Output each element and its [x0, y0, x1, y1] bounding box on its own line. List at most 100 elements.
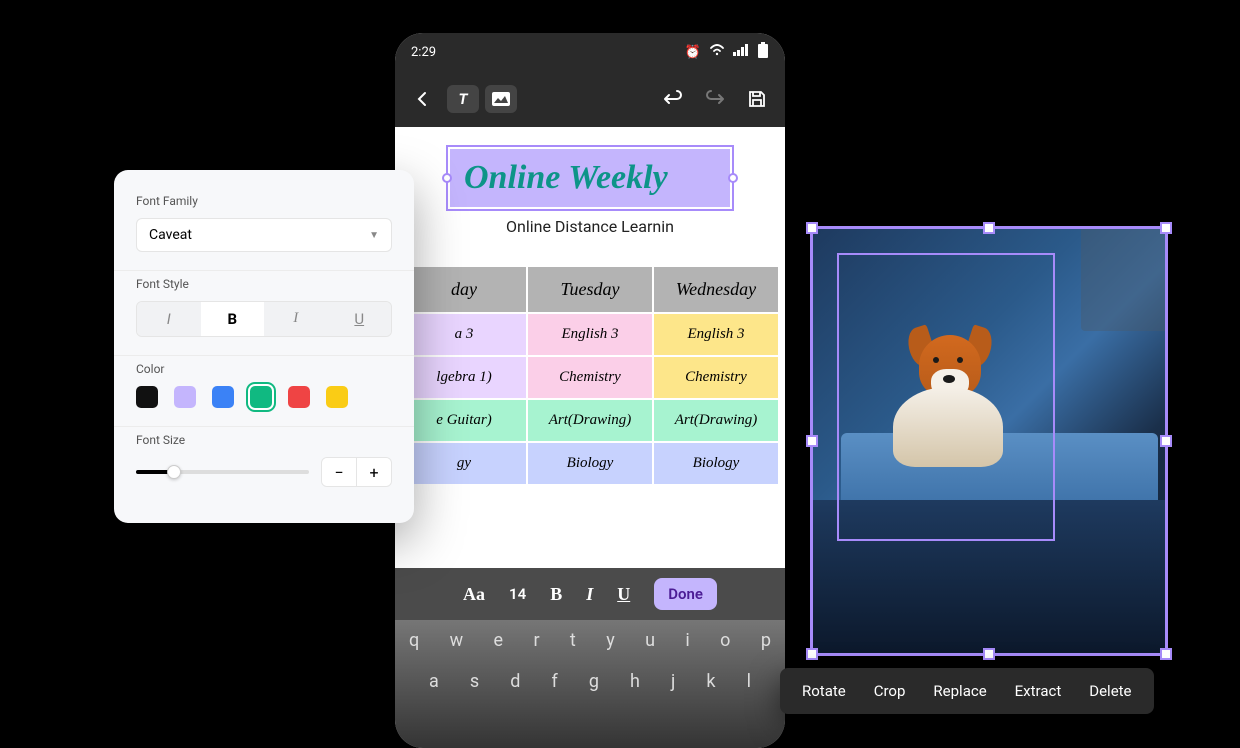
key[interactable]: h [630, 671, 640, 692]
redo-button[interactable] [697, 81, 733, 117]
color-swatch-blue[interactable] [212, 386, 234, 408]
key[interactable]: j [671, 671, 675, 692]
color-swatches [136, 386, 392, 408]
color-swatch-teal[interactable] [250, 386, 272, 408]
wifi-icon [709, 44, 725, 60]
font-family-label: Font Family [136, 194, 392, 208]
document-canvas[interactable]: Online Weekly Online Distance Learnin da… [395, 127, 785, 485]
col-header: Wednesday [653, 266, 779, 313]
key[interactable]: d [510, 671, 520, 692]
status-bar: 2:29 ⏰ [395, 33, 785, 71]
underline-toggle[interactable]: U [328, 302, 392, 336]
selection-handle-left[interactable] [442, 173, 452, 183]
table-cell[interactable]: Art(Drawing) [527, 399, 653, 442]
alarm-icon: ⏰ [685, 45, 701, 60]
key[interactable]: w [450, 630, 464, 651]
table-cell[interactable]: a 3 [401, 313, 527, 356]
key[interactable]: o [720, 630, 730, 651]
table-cell[interactable]: Biology [527, 442, 653, 485]
key[interactable]: t [570, 630, 576, 651]
crop-handle[interactable] [806, 648, 818, 660]
font-picker-button[interactable]: Aa [463, 584, 485, 605]
table-cell[interactable]: lgebra 1) [401, 356, 527, 399]
table-cell[interactable]: Art(Drawing) [653, 399, 779, 442]
status-icons: ⏰ [685, 42, 769, 62]
software-keyboard[interactable]: q w e r t y u i o p a s d f g h j k l [395, 620, 785, 748]
crop-handle[interactable] [1160, 648, 1172, 660]
text-tool-button[interactable]: T [447, 85, 479, 113]
table-cell[interactable]: English 3 [527, 313, 653, 356]
table-cell[interactable]: Chemistry [527, 356, 653, 399]
slider-thumb[interactable] [167, 465, 181, 479]
color-swatch-yellow[interactable] [326, 386, 348, 408]
image-context-menu: Rotate Crop Replace Extract Delete [780, 668, 1154, 714]
font-style-label: Font Style [136, 277, 392, 291]
save-button[interactable] [739, 81, 775, 117]
table-cell[interactable]: Biology [653, 442, 779, 485]
italic-toggle-2[interactable]: I [264, 302, 328, 336]
key[interactable]: e [494, 630, 504, 651]
document-title[interactable]: Online Weekly [450, 149, 730, 207]
crop-handle[interactable] [983, 222, 995, 234]
crop-handle[interactable] [806, 435, 818, 447]
font-size-value[interactable]: 14 [509, 585, 526, 603]
font-family-value: Caveat [149, 227, 192, 243]
key[interactable]: k [706, 671, 715, 692]
crop-handle[interactable] [1160, 435, 1172, 447]
font-properties-panel: Font Family Caveat ▼ Font Style I B I U … [114, 170, 414, 523]
image-tool-button[interactable] [485, 85, 517, 113]
cropped-image [813, 229, 1165, 653]
bold-toggle[interactable]: B [201, 302, 265, 336]
underline-button[interactable]: U [617, 584, 630, 605]
col-header: Tuesday [527, 266, 653, 313]
key[interactable]: l [747, 671, 751, 692]
italic-button[interactable]: I [586, 584, 593, 605]
text-format-bar: Aa 14 B I U Done [395, 568, 785, 620]
key[interactable]: p [761, 630, 771, 651]
font-size-label: Font Size [136, 433, 392, 447]
table-cell[interactable]: English 3 [653, 313, 779, 356]
back-button[interactable] [405, 81, 441, 117]
extract-action[interactable]: Extract [1015, 682, 1062, 700]
color-swatch-black[interactable] [136, 386, 158, 408]
crop-handle[interactable] [983, 648, 995, 660]
selection-handle-right[interactable] [728, 173, 738, 183]
font-family-select[interactable]: Caveat ▼ [136, 218, 392, 252]
title-selection-box[interactable]: Online Weekly [446, 145, 734, 211]
table-cell[interactable]: e Guitar) [401, 399, 527, 442]
done-button[interactable]: Done [654, 578, 717, 610]
stepper-plus[interactable]: + [357, 458, 391, 486]
key[interactable]: r [533, 630, 539, 651]
signal-icon [733, 44, 749, 60]
key[interactable]: g [589, 671, 599, 692]
color-swatch-lilac[interactable] [174, 386, 196, 408]
key[interactable]: y [606, 630, 615, 651]
replace-action[interactable]: Replace [933, 682, 986, 700]
italic-toggle[interactable]: I [137, 302, 201, 336]
delete-action[interactable]: Delete [1089, 682, 1131, 700]
battery-icon [757, 42, 769, 62]
stepper-minus[interactable]: − [322, 458, 356, 486]
inner-selection[interactable] [837, 253, 1055, 541]
bold-button[interactable]: B [550, 584, 562, 605]
rotate-action[interactable]: Rotate [802, 682, 846, 700]
crop-handle[interactable] [806, 222, 818, 234]
key[interactable]: s [470, 671, 479, 692]
phone-mockup: 2:29 ⏰ T [395, 33, 785, 748]
key[interactable]: i [685, 630, 689, 651]
image-crop-frame[interactable] [810, 226, 1168, 656]
font-size-slider[interactable] [136, 470, 309, 474]
keyboard-row: q w e r t y u i o p [409, 630, 771, 651]
table-cell[interactable]: Chemistry [653, 356, 779, 399]
key[interactable]: f [551, 671, 557, 692]
font-size-stepper: − + [321, 457, 392, 487]
color-swatch-red[interactable] [288, 386, 310, 408]
crop-handle[interactable] [1160, 222, 1172, 234]
key[interactable]: u [645, 630, 655, 651]
status-time: 2:29 [411, 45, 436, 60]
crop-action[interactable]: Crop [874, 682, 906, 700]
key[interactable]: q [409, 630, 419, 651]
key[interactable]: a [429, 671, 439, 692]
undo-button[interactable] [655, 81, 691, 117]
table-cell[interactable]: gy [401, 442, 527, 485]
